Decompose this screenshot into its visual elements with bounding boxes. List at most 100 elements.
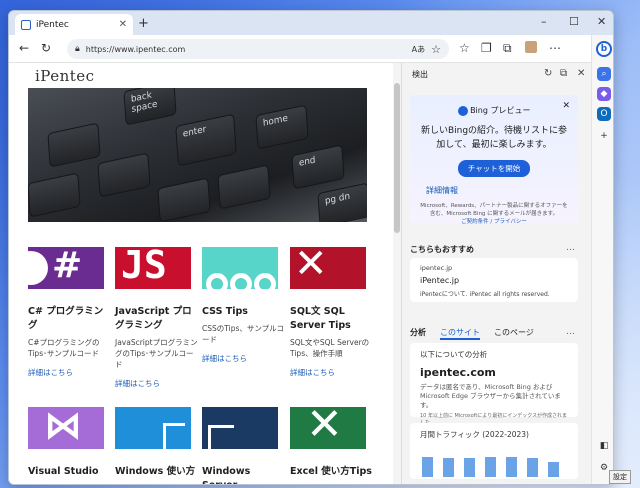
start-chat-button[interactable]: チャットを開始 (457, 160, 531, 177)
maximize-button[interactable]: ☐ (569, 15, 579, 28)
extensions-icon[interactable]: ⧉ (503, 41, 512, 56)
collections-icon[interactable]: ❐ (481, 41, 492, 55)
traffic-bar (422, 457, 433, 477)
sidebar-close-icon[interactable]: ✕ (577, 68, 585, 79)
hide-sidebar-icon[interactable]: ◧ (597, 439, 611, 453)
discover-sidebar: 検出 ↻ ⧉ ✕ Bing プレビュー ✕ 新しいBingの紹介。待機リストに参… (401, 63, 591, 484)
card-excel[interactable]: ✕ Excel 使い方Tips (290, 407, 374, 479)
card-title: JavaScript プログラミング (115, 306, 192, 331)
hero-key (217, 164, 271, 210)
traffic-card: 月間トラフィック (2022-2023) (410, 423, 578, 479)
page-scrollbar[interactable] (393, 63, 401, 484)
css-circle-icon (254, 273, 276, 289)
traffic-bar (506, 457, 517, 477)
outlook-icon[interactable]: O (597, 107, 611, 121)
analysis-more-icon[interactable]: … (566, 327, 575, 337)
back-button[interactable]: ← (19, 41, 29, 55)
js-letters-icon: JS (121, 247, 167, 287)
edge-sidebar-rail: b ⌕ ◆ O + ◧ ⚙ (591, 35, 613, 484)
tab-ipentec[interactable]: iPentec ✕ (15, 14, 133, 35)
bing-chat-icon[interactable]: b (596, 41, 612, 57)
new-tab-button[interactable]: + (138, 16, 149, 31)
hash-icon: # (52, 247, 83, 286)
favorite-icon[interactable]: ☆ (431, 43, 441, 56)
css-thumbnail (202, 247, 278, 289)
bing-terms-link[interactable]: ご契約条件 / プライバシー (418, 218, 570, 226)
minimize-button[interactable]: – (541, 15, 547, 28)
tab-this-site[interactable]: このサイト (440, 327, 480, 340)
browser-window: iPentec ✕ + – ☐ ✕ ← ↻ 🔒︎ https://www.ipe… (8, 10, 614, 485)
analysis-site: ipentec.com (420, 366, 496, 379)
tab-this-page[interactable]: このページ (494, 327, 534, 340)
card-more-link[interactable]: 詳細はこちら (202, 353, 286, 364)
card-more-link[interactable]: 詳細はこちら (28, 367, 112, 378)
css-circle-icon (230, 273, 252, 289)
toolbar: ← ↻ 🔒︎ https://www.ipentec.com Aあ ☆ ☆ ❐ … (9, 35, 613, 63)
refresh-button[interactable]: ↻ (41, 41, 51, 55)
shopping-icon[interactable]: ◆ (597, 87, 611, 101)
vs-shape-icon: ⋈ (44, 407, 82, 447)
traffic-title: 月間トラフィック (2022-2023) (420, 430, 529, 439)
card-more-link[interactable]: 詳細はこちら (115, 378, 199, 389)
more-menu-icon[interactable]: ⋯ (549, 41, 561, 55)
hero-key (47, 122, 101, 168)
address-bar[interactable]: 🔒︎ https://www.ipentec.com Aあ ☆ (67, 39, 449, 59)
details-link[interactable]: 詳細情報 (426, 185, 570, 196)
lock-icon: 🔒︎ (75, 44, 80, 54)
excel-x-icon: ✕ (306, 407, 343, 449)
bing-card-close-icon[interactable]: ✕ (562, 101, 570, 111)
recommend-card[interactable]: ipentec.jp iPentec.jp iPentecについて. iPent… (410, 258, 578, 302)
card-title: Windows Server (202, 466, 251, 484)
card-windows-server[interactable]: Windows Server (202, 407, 286, 484)
css-circle-icon (206, 273, 228, 289)
traffic-chart (420, 443, 568, 477)
card-csharp[interactable]: # C# プログラミング C#プログラミングの Tips･サンプルコード 詳細は… (28, 247, 112, 378)
windows-server-logo-icon (208, 425, 234, 449)
close-window-button[interactable]: ✕ (597, 15, 606, 28)
bing-logo-icon (457, 105, 468, 116)
analysis-sub: 以下についての分析 (420, 350, 488, 359)
profile-avatar[interactable] (525, 41, 537, 53)
traffic-bar (548, 462, 559, 477)
recommend-domain: ipentec.jp (420, 264, 453, 272)
excel-thumbnail: ✕ (290, 407, 366, 449)
add-app-icon[interactable]: + (597, 129, 611, 143)
card-title: CSS Tips (202, 306, 248, 317)
card-sql[interactable]: ✕ SQL文 SQL Server Tips SQL文やSQL Serverの … (290, 247, 374, 378)
traffic-bar (527, 458, 538, 477)
hero-key (97, 152, 151, 198)
analysis-label: 分析 (410, 328, 426, 337)
card-title: SQL文 SQL Server Tips (290, 306, 351, 331)
hero-key: end (291, 144, 345, 190)
sidebar-refresh-icon[interactable]: ↻ (544, 68, 552, 79)
read-aloud-icon[interactable]: Aあ (412, 44, 425, 55)
site-logo[interactable]: iPentec (35, 67, 95, 85)
favorites-icon[interactable]: ☆ (459, 41, 470, 55)
card-more-link[interactable]: 詳細はこちら (290, 367, 374, 378)
card-windows[interactable]: Windows 使い方 (115, 407, 199, 479)
card-visual-studio[interactable]: ⋈ Visual Studio (28, 407, 112, 479)
card-description: CSSのTips、サンプルコード (202, 324, 284, 344)
web-page: iPentec back space enter home end pg dn … (9, 63, 393, 484)
card-description: SQL文やSQL Serverの Tips、操作手順 (290, 338, 370, 358)
search-icon[interactable]: ⌕ (597, 67, 611, 81)
recommend-more-icon[interactable]: … (566, 243, 575, 253)
hero-key: enter (175, 113, 237, 167)
hero-key: pg dn (317, 182, 367, 222)
analysis-tabs: 分析 このサイト このページ (410, 327, 534, 340)
tab-close-icon[interactable]: ✕ (119, 19, 127, 30)
card-javascript[interactable]: JS JavaScript プログラミング JavaScriptプログラミングの… (115, 247, 199, 389)
sidebar-popout-icon[interactable]: ⧉ (560, 68, 567, 79)
settings-tooltip: 設定 (609, 470, 631, 484)
windows-logo-icon (163, 423, 185, 449)
x-shape-icon: ✕ (294, 247, 328, 287)
scrollbar-thumb[interactable] (394, 83, 400, 233)
bing-fine-print: Microsoft、Rewards、パートナー製品に関するオファーを含む、Mic… (420, 203, 568, 217)
hero-key (157, 177, 211, 222)
card-description: C#プログラミングの Tips･サンプルコード (28, 338, 100, 358)
card-css[interactable]: CSS Tips CSSのTips、サンプルコード 詳細はこちら (202, 247, 286, 364)
recommend-heading: こちらもおすすめ (410, 245, 474, 254)
traffic-bar (464, 458, 475, 477)
bing-preview-card: Bing プレビュー ✕ 新しいBingの紹介。待機リストに参加して、最初に楽し… (410, 95, 578, 226)
card-description: JavaScriptプログラミングのTips･サンプルコード (115, 338, 198, 369)
